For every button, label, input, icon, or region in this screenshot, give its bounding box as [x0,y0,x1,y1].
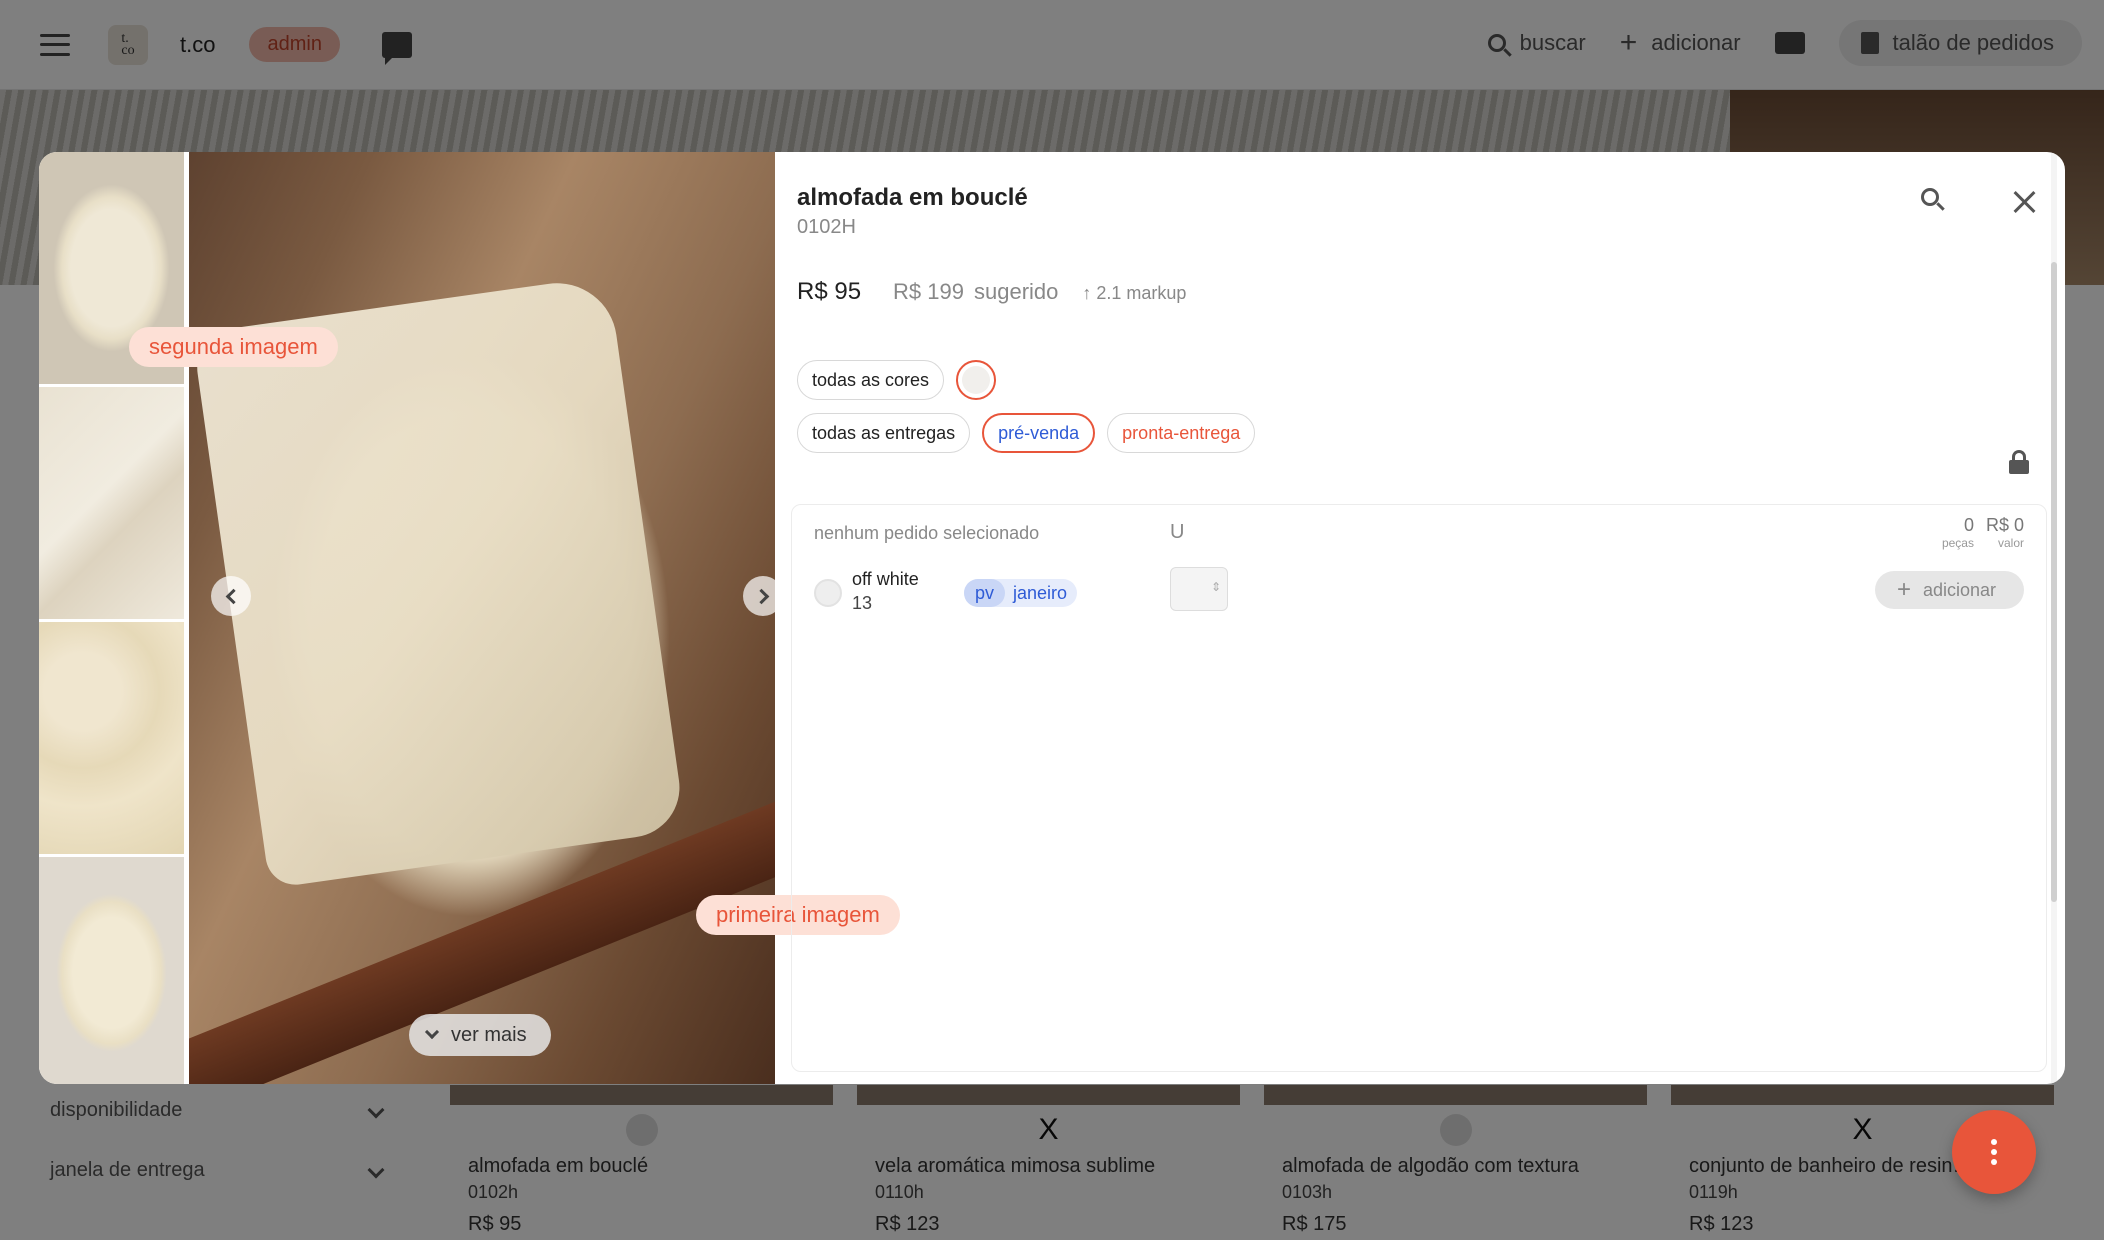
delivery-month: janeiro [1013,582,1068,603]
more-actions-button[interactable] [1952,1110,2036,1194]
order-panel: nenhum pedido selecionado U 0 peças R$ 0… [791,504,2047,1072]
value-total: R$ 0 valor [1986,515,2024,550]
add-to-order-label: adicionar [1922,579,1996,600]
delivery-filter-row: todas as entregas pré-venda pronta-entre… [797,413,1256,453]
pieces-label: peças [1941,536,1974,550]
see-more-button[interactable]: ver mais [409,1014,551,1056]
lock-icon[interactable] [2009,450,2029,474]
no-order-label: nenhum pedido selecionado [814,523,1040,543]
variant-radio[interactable] [814,579,842,607]
variant-name: off white [852,569,919,589]
thumbnail-strip [39,152,184,1084]
chevron-down-icon [424,1024,440,1040]
search-icon [1921,188,1939,206]
order-totals: 0 peças R$ 0 valor [1942,515,2024,550]
product-sku: 0102H [797,216,856,238]
scrollbar[interactable] [2051,152,2057,1084]
thumbnail-2[interactable] [39,387,184,619]
variant-row: off white 13 pv janeiro + adicionar [814,565,2024,625]
see-more-label: ver mais [451,1023,527,1046]
markup-value: ↑ 2.1 markup [1082,283,1187,303]
close-button[interactable] [2009,186,2041,218]
wholesale-price: R$ 95 [797,278,862,305]
price-row: R$ 95 R$ 199 sugerido ↑ 2.1 markup [797,278,1186,306]
previous-image-button[interactable] [211,576,251,616]
pieces-total: 0 peças [1942,515,1974,550]
ready-delivery-chip[interactable]: pronta-entrega [1107,413,1256,453]
pillow-photo [192,275,686,889]
plus-icon: + [1896,576,1911,603]
unit-header: U [1170,521,1185,543]
suggested-label: sugerido [974,279,1059,304]
variant-stock: 13 [852,593,873,613]
pre-sale-chip[interactable]: pré-venda [982,413,1096,453]
chevron-left-icon [225,588,241,604]
product-modal: ver mais segunda imagem primeira imagem … [39,152,2065,1084]
product-title: almofada em bouclé [797,184,1028,211]
second-image-tag: segunda imagem [129,327,338,367]
add-to-order-button[interactable]: + adicionar [1874,571,2024,609]
all-colors-chip[interactable]: todas as cores [797,360,945,400]
product-details: almofada em bouclé 0102H R$ 95 R$ 199 su… [775,152,2065,1084]
search-button[interactable] [1921,188,1951,218]
color-swatch-off-white[interactable] [956,360,997,400]
next-image-button[interactable] [743,576,775,616]
pre-sale-tag: pv [964,579,1006,607]
scrollbar-thumb[interactable] [2051,262,2057,902]
value-label: valor [1997,536,2024,550]
thumbnail-3[interactable] [39,622,184,854]
all-deliveries-chip[interactable]: todas as entregas [797,413,971,453]
pieces-value: 0 [1963,515,1974,535]
value-value: R$ 0 [1985,515,2024,535]
suggested-price: R$ 199 [893,279,964,304]
quantity-stepper[interactable] [1170,567,1228,611]
thumbnail-4[interactable] [39,857,184,1084]
color-filter-row: todas as cores [797,360,997,400]
main-product-image: ver mais [189,152,775,1084]
chevron-right-icon [753,588,769,604]
pre-sale-badge: pv janeiro [964,579,1078,607]
